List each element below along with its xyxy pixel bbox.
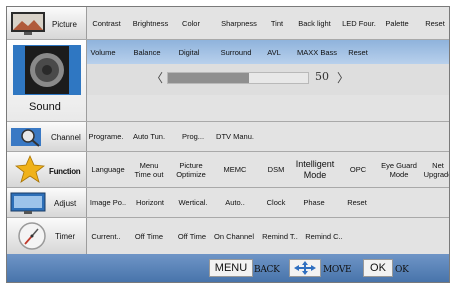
tv-osd-menu: Picture Contrast Brightness Color Sharpn… xyxy=(6,6,450,283)
category-timer[interactable]: Timer xyxy=(7,218,87,254)
option-prog[interactable]: Prog... xyxy=(175,122,211,151)
option-language[interactable]: Language xyxy=(87,152,129,187)
option-net-upgrade[interactable]: Net Upgrade xyxy=(423,152,449,187)
increase-arrow-icon[interactable]: 〉 xyxy=(337,69,349,86)
option-sharpness[interactable]: Sharpness xyxy=(214,7,264,39)
option-picture-optimize[interactable]: Picture Optimize xyxy=(171,152,211,187)
move-arrows-icon xyxy=(294,261,316,275)
category-label: Adjust xyxy=(54,199,77,208)
option-on-channel[interactable]: On Channel xyxy=(211,218,257,254)
option-dtv-manu[interactable]: DTV Manu. xyxy=(213,122,257,151)
speaker-icon xyxy=(13,45,81,95)
volume-adjust-panel: 〈 50 〉 xyxy=(87,64,449,95)
category-function[interactable]: Function xyxy=(7,152,87,187)
option-clock[interactable]: Clock xyxy=(261,188,291,217)
option-reset[interactable]: Reset xyxy=(343,188,371,217)
move-label: MOVE xyxy=(323,265,352,275)
function-options: Language Menu Time out Picture Optimize … xyxy=(87,152,449,187)
option-image-position[interactable]: Image Po.. xyxy=(87,188,129,217)
menu-button[interactable]: MENU xyxy=(209,259,253,277)
option-auto[interactable]: Auto.. xyxy=(215,188,255,217)
option-avl[interactable]: AVL xyxy=(261,40,287,64)
category-picture[interactable]: Picture xyxy=(7,7,87,39)
option-remind-time[interactable]: Remind T.. xyxy=(259,218,301,254)
option-digital[interactable]: Digital xyxy=(169,40,209,64)
decrease-arrow-icon[interactable]: 〈 xyxy=(151,69,163,86)
option-eye-guard-mode[interactable]: Eye Guard Mode xyxy=(379,152,419,187)
picture-options: Contrast Brightness Color Sharpness Tint… xyxy=(87,7,449,39)
adjust-options: Image Po.. Horizont Wertical. Auto.. Clo… xyxy=(87,188,449,217)
option-maxx-bass[interactable]: MAXX Bass xyxy=(292,40,342,64)
option-brightness[interactable]: Brightness xyxy=(128,7,173,39)
adjust-row: Adjust Image Po.. Horizont Wertical. Aut… xyxy=(7,188,449,218)
category-label: Sound xyxy=(29,101,61,113)
option-surround[interactable]: Surround xyxy=(211,40,261,64)
footer-hint-bar: MENU BACK MOVE OK OK xyxy=(7,254,449,282)
category-label: Timer xyxy=(55,232,76,241)
monitor-icon xyxy=(10,192,46,214)
channel-row: Channel Programe. Auto Tun. Prog... DTV … xyxy=(7,122,449,152)
function-row: Function Language Menu Time out Picture … xyxy=(7,152,449,188)
option-remind-channel[interactable]: Remind C.. xyxy=(303,218,345,254)
category-label: Picture xyxy=(52,20,77,29)
channel-search-icon xyxy=(11,128,41,147)
clock-icon xyxy=(18,222,46,250)
ok-label: OK xyxy=(395,265,409,275)
option-phase[interactable]: Phase xyxy=(297,188,331,217)
volume-value: 50 xyxy=(315,70,329,83)
option-wertical[interactable]: Wertical. xyxy=(173,188,213,217)
picture-row: Picture Contrast Brightness Color Sharpn… xyxy=(7,7,449,40)
category-sound[interactable]: Sound xyxy=(7,40,87,121)
option-off-time-2[interactable]: Off Time xyxy=(175,218,209,254)
option-programe[interactable]: Programe. xyxy=(87,122,125,151)
category-label: Channel xyxy=(51,133,81,142)
option-opc[interactable]: OPC xyxy=(341,152,375,187)
option-contrast[interactable]: Contrast xyxy=(87,7,126,39)
option-dsm[interactable]: DSM xyxy=(261,152,291,187)
option-back-light[interactable]: Back light xyxy=(292,7,337,39)
option-memc[interactable]: MEMC xyxy=(215,152,255,187)
option-tint[interactable]: Tint xyxy=(265,7,289,39)
option-intelligent-mode[interactable]: Intelligent Mode xyxy=(291,152,339,187)
volume-slider[interactable] xyxy=(167,72,309,84)
option-reset[interactable]: Reset xyxy=(421,7,449,39)
sound-row: Sound Volume Balance Digital Surround AV… xyxy=(7,40,449,122)
volume-slider-fill xyxy=(168,73,250,83)
category-channel[interactable]: Channel xyxy=(7,122,87,151)
move-button[interactable] xyxy=(289,259,321,277)
ok-button[interactable]: OK xyxy=(363,259,393,277)
sound-options: Volume Balance Digital Surround AVL MAXX… xyxy=(87,40,449,64)
option-color[interactable]: Color xyxy=(175,7,207,39)
option-volume[interactable]: Volume xyxy=(87,40,119,64)
timer-row: Timer Current.. Off Time Off Time On Cha… xyxy=(7,218,449,254)
timer-options: Current.. Off Time Off Time On Channel R… xyxy=(87,218,449,254)
option-reset[interactable]: Reset xyxy=(345,40,371,64)
option-menu-time-out[interactable]: Menu Time out xyxy=(131,152,167,187)
option-balance[interactable]: Balance xyxy=(127,40,167,64)
category-label: Function xyxy=(49,167,81,176)
option-auto-tun[interactable]: Auto Tun. xyxy=(129,122,169,151)
option-led-four[interactable]: LED Four. xyxy=(338,7,380,39)
channel-options: Programe. Auto Tun. Prog... DTV Manu. xyxy=(87,122,449,151)
option-current-time[interactable]: Current.. xyxy=(87,218,125,254)
category-adjust[interactable]: Adjust xyxy=(7,188,87,217)
option-off-time[interactable]: Off Time xyxy=(133,218,165,254)
picture-icon xyxy=(11,12,45,35)
option-palette[interactable]: Palette xyxy=(381,7,413,39)
back-label: BACK xyxy=(254,265,280,275)
star-icon xyxy=(15,155,45,183)
option-horizont[interactable]: Horizont xyxy=(131,188,169,217)
